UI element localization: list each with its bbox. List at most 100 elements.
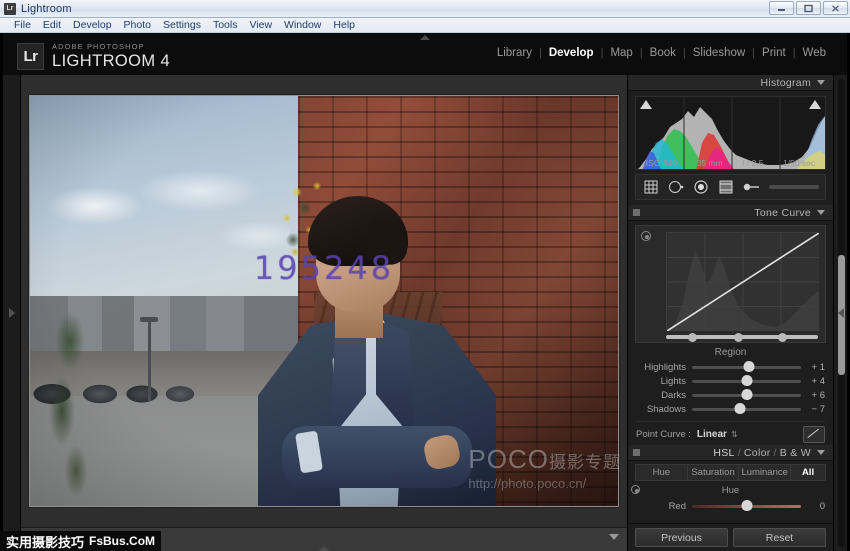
histogram-graph[interactable]: ISO 640 35 mm f / 2.5 1/50 sec (635, 96, 826, 170)
point-curve-value[interactable]: Linear (697, 429, 727, 440)
slider-track-lights[interactable] (692, 380, 801, 383)
tab-saturation[interactable]: Saturation (688, 465, 740, 480)
filmstrip-collapse-toggle[interactable] (319, 546, 329, 551)
hsl-subsection-hue: Hue (628, 485, 833, 496)
maximize-button[interactable] (796, 1, 821, 15)
lr-icon: Lr (4, 3, 16, 15)
panel-switch-icon[interactable] (633, 449, 640, 456)
shadow-clipping-indicator[interactable] (640, 100, 652, 109)
left-panel-collapse-toggle[interactable] (3, 75, 21, 551)
slider-value-shadows[interactable]: − 7 (801, 404, 825, 415)
photo-frame[interactable]: 195248 (29, 95, 619, 507)
menu-photo[interactable]: Photo (118, 18, 157, 32)
chevron-down-icon[interactable] (817, 450, 825, 455)
menu-edit[interactable]: Edit (37, 18, 67, 32)
module-picker-bar: Lr ADOBE PHOTOSHOP LIGHTROOM 4 Library |… (3, 33, 847, 75)
targeted-adjustment-tool-icon[interactable] (631, 485, 640, 494)
adjustment-brush-icon[interactable] (742, 178, 760, 196)
tone-curve-editor[interactable] (635, 225, 826, 343)
edit-point-curve-button[interactable] (803, 426, 825, 443)
tab-map[interactable]: Map (603, 47, 639, 59)
menu-view[interactable]: View (243, 18, 278, 32)
histogram-panel-header[interactable]: Histogram (628, 75, 833, 91)
menu-help[interactable]: Help (327, 18, 361, 32)
tone-curve-panel-header[interactable]: Tone Curve (628, 205, 833, 221)
menu-window[interactable]: Window (278, 18, 327, 32)
hsl-tabs: Hue Saturation Luminance All (635, 464, 826, 481)
tone-curve-svg (667, 233, 819, 331)
slider-track-shadows[interactable] (692, 408, 801, 411)
reset-button[interactable]: Reset (733, 528, 826, 547)
histogram-panel-title: Histogram (760, 77, 811, 89)
slider-label-red: Red (636, 501, 692, 512)
point-curve-row: Point Curve : Linear ⇅ (636, 421, 825, 441)
slider-row-darks: Darks + 6 (636, 389, 825, 401)
targeted-adjustment-tool-icon[interactable] (641, 231, 651, 241)
status-watermark-en: FsBus.CoM (89, 534, 155, 548)
slider-track-highlights[interactable] (692, 366, 801, 369)
window-titlebar: Lr Lightroom (0, 0, 850, 18)
slider-knob-shadows[interactable] (734, 403, 745, 414)
image-canvas[interactable]: 195248 POCO摄影专题 http://photo.poco.cn/ (21, 75, 627, 527)
slider-track-red[interactable] (692, 505, 801, 508)
chevron-down-icon[interactable] (817, 210, 825, 215)
tab-book[interactable]: Book (643, 47, 683, 59)
slider-knob-highlights[interactable] (743, 361, 754, 372)
tab-luminance[interactable]: Luminance (739, 465, 791, 480)
hsl-title-color[interactable]: Color (744, 447, 771, 459)
tone-curve-split-shadows[interactable] (688, 333, 697, 342)
module-tabs: Library | Develop | Map | Book | Slidesh… (490, 47, 833, 59)
slider-label-shadows: Shadows (636, 404, 692, 415)
menu-file[interactable]: File (8, 18, 37, 32)
window-title: Lightroom (21, 3, 72, 15)
previous-button[interactable]: Previous (635, 528, 728, 547)
tab-library[interactable]: Library (490, 47, 539, 59)
right-panel-collapse-toggle[interactable] (833, 75, 847, 551)
slider-knob-red[interactable] (741, 500, 752, 511)
minimize-button[interactable] (769, 1, 794, 15)
hsl-title-bw[interactable]: B & W (780, 447, 811, 459)
identity-text: ADOBE PHOTOSHOP LIGHTROOM 4 (52, 43, 170, 69)
tone-curve-split-highlights[interactable] (778, 333, 787, 342)
graduated-filter-icon[interactable] (717, 178, 735, 196)
hsl-sep-1: / (735, 447, 744, 459)
highlight-clipping-indicator[interactable] (809, 100, 821, 109)
slider-track-darks[interactable] (692, 394, 801, 397)
tab-all[interactable]: All (791, 465, 825, 480)
right-panel: Histogram (627, 75, 833, 551)
panel-switch-icon[interactable] (633, 209, 640, 216)
tab-develop[interactable]: Develop (542, 47, 601, 59)
toolbar-options-chevron-icon[interactable] (609, 534, 619, 540)
slider-knob-lights[interactable] (741, 375, 752, 386)
tool-strip-slider[interactable] (769, 185, 819, 189)
crop-overlay-icon[interactable] (642, 178, 660, 196)
menu-settings[interactable]: Settings (157, 18, 207, 32)
tab-slideshow[interactable]: Slideshow (686, 47, 752, 59)
spot-removal-icon[interactable] (667, 178, 685, 196)
top-panel-collapse-toggle[interactable] (395, 33, 455, 41)
chevron-right-icon (9, 308, 15, 318)
menu-develop[interactable]: Develop (67, 18, 118, 32)
close-button[interactable] (823, 1, 848, 15)
slider-value-darks[interactable]: + 6 (801, 390, 825, 401)
slider-value-lights[interactable]: + 4 (801, 376, 825, 387)
window-controls (769, 1, 848, 15)
identity-plate[interactable]: Lr ADOBE PHOTOSHOP LIGHTROOM 4 (17, 43, 170, 70)
chevron-down-icon[interactable] (817, 80, 825, 85)
red-eye-icon[interactable] (692, 178, 710, 196)
menu-tools[interactable]: Tools (207, 18, 244, 32)
tone-curve-split-midtones[interactable] (734, 333, 743, 342)
hsl-title-hsl[interactable]: HSL (713, 447, 734, 459)
tab-web[interactable]: Web (796, 47, 833, 59)
status-watermark-cn: 实用摄影技巧 (6, 532, 84, 551)
hsl-panel-header[interactable]: HSL/Color/B & W (628, 445, 833, 461)
tab-print[interactable]: Print (755, 47, 793, 59)
point-curve-dropdown-icon[interactable]: ⇅ (731, 430, 738, 439)
tab-hue[interactable]: Hue (636, 465, 688, 480)
slider-value-highlights[interactable]: + 1 (801, 362, 825, 373)
slider-knob-darks[interactable] (741, 389, 752, 400)
tone-curve-graph[interactable] (666, 232, 818, 330)
slider-value-red[interactable]: 0 (801, 501, 825, 512)
exif-iso: ISO 640 (646, 158, 677, 168)
tone-curve-region-rail[interactable] (666, 335, 818, 339)
